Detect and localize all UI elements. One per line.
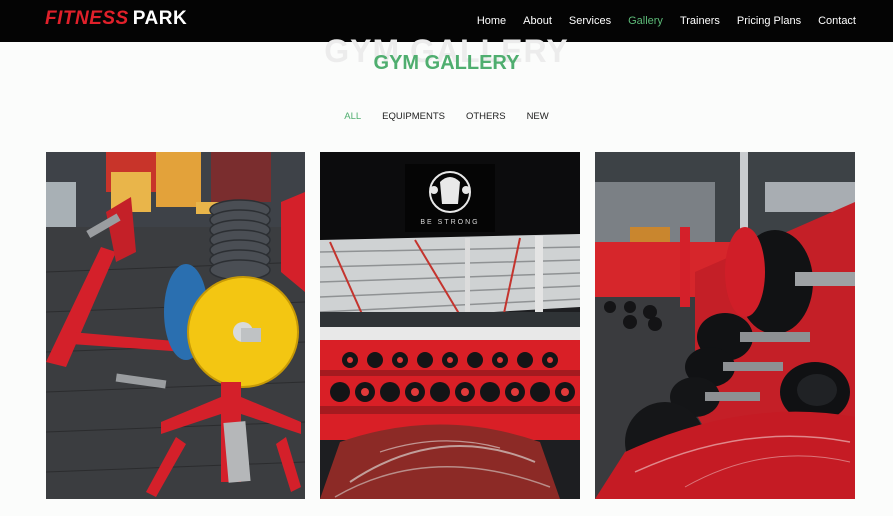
brand-logo-part2: PARK [132, 8, 188, 29]
section-title: GYM GALLERY [373, 52, 520, 74]
weight-plate-tree-image [46, 152, 305, 499]
gallery-photo-weight-plates[interactable] [46, 152, 305, 499]
nav-about[interactable]: About [523, 15, 552, 27]
nav-trainers[interactable]: Trainers [680, 15, 720, 27]
filter-new[interactable]: NEW [527, 111, 549, 122]
brand-logo[interactable]: FITNESS PARK [45, 8, 187, 30]
banner-text: BE STRONG [420, 219, 479, 226]
nav-services[interactable]: Services [569, 15, 611, 27]
dumbbell-rack-banner-image: BE STRONG [320, 152, 580, 499]
gallery-photo-dumbbell-closeup[interactable] [595, 152, 855, 499]
gallery-photo-dumbbell-rack[interactable]: BE STRONG [320, 152, 580, 499]
nav-gallery[interactable]: Gallery [628, 15, 663, 27]
nav-home[interactable]: Home [477, 15, 506, 27]
dumbbell-rack-closeup-image [595, 152, 855, 499]
nav-pricing-plans[interactable]: Pricing Plans [737, 15, 801, 27]
filter-all[interactable]: ALL [344, 111, 361, 122]
filter-others[interactable]: OTHERS [466, 111, 506, 122]
gallery-filters: ALL EQUIPMENTS OTHERS NEW [0, 111, 893, 122]
brand-logo-part1: FITNESS [45, 8, 129, 29]
filter-equipments[interactable]: EQUIPMENTS [382, 111, 445, 122]
nav-contact[interactable]: Contact [818, 15, 856, 27]
